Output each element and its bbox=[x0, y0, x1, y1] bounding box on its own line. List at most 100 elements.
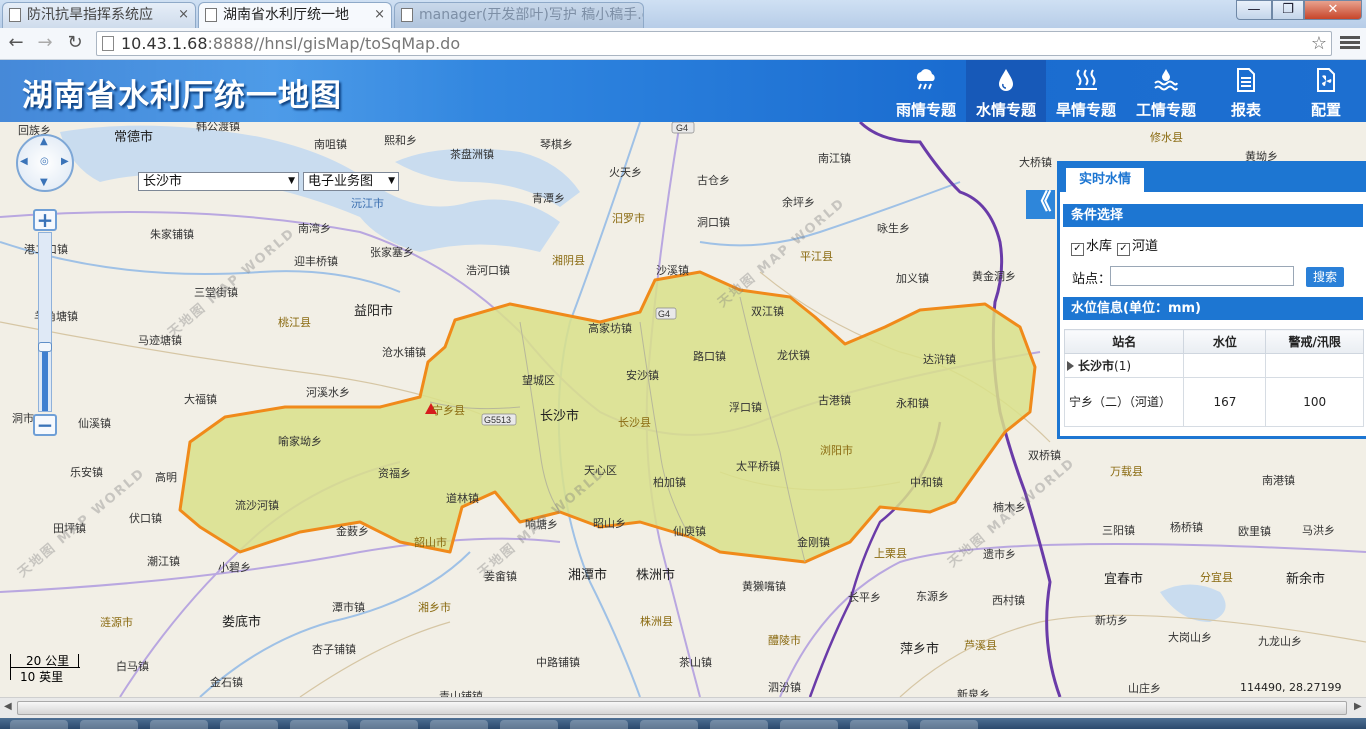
map-place-label: 白马镇 bbox=[116, 660, 149, 673]
map-place-label: 韶山市 bbox=[414, 536, 447, 549]
tab-close-icon[interactable]: × bbox=[178, 3, 189, 27]
page-icon bbox=[9, 8, 21, 22]
map-place-label: 浩河口镇 bbox=[466, 264, 510, 277]
browser-tab-background[interactable]: manager(开发部叶)写护 稿小稿手.out bbox=[394, 2, 644, 28]
map-place-label: 昭山乡 bbox=[593, 517, 626, 530]
svg-text:G4: G4 bbox=[676, 123, 688, 133]
pan-up-icon[interactable]: ▲ bbox=[40, 136, 48, 147]
address-bar[interactable]: 10.43.1.68:8888//hnsl/gisMap/toSqMap.do … bbox=[96, 31, 1332, 56]
window-minimize-button[interactable]: — bbox=[1236, 0, 1272, 20]
map-place-label: 九龙山乡 bbox=[1258, 635, 1302, 648]
tab-close-icon[interactable]: × bbox=[374, 3, 385, 27]
map-place-label: 醴陵市 bbox=[768, 634, 801, 647]
coordinate-readout: 114490, 28.27199 bbox=[1240, 681, 1342, 694]
nav-report[interactable]: 报表 bbox=[1206, 60, 1286, 122]
map-place-label: 长平乡 bbox=[848, 591, 881, 604]
map-place-label: 古港镇 bbox=[818, 394, 851, 407]
river-checkbox[interactable]: ✓ 河道 bbox=[1117, 235, 1158, 256]
zoom-slider[interactable] bbox=[38, 232, 52, 412]
browser-toolbar: ← → ↻ 10.43.1.68:8888//hnsl/gisMap/toSqM… bbox=[0, 28, 1366, 60]
pan-center-icon[interactable]: ◎ bbox=[40, 156, 49, 167]
map-place-label: 韩公渡镇 bbox=[196, 122, 240, 133]
config-fan-icon bbox=[1317, 68, 1335, 92]
zoom-out-button[interactable]: − bbox=[33, 414, 57, 436]
map-place-label: 欧里镇 bbox=[1238, 525, 1271, 538]
panel-collapse-button[interactable]: 《 bbox=[1026, 190, 1055, 219]
page-icon bbox=[401, 8, 413, 22]
bookmark-star-icon[interactable]: ☆ bbox=[1311, 32, 1327, 55]
window-close-button[interactable]: ✕ bbox=[1304, 0, 1362, 20]
city-select[interactable]: 长沙市 ▼ bbox=[138, 172, 299, 191]
url-path: :8888//hnsl/gisMap/toSqMap.do bbox=[207, 34, 461, 53]
map-place-label: 修水县 bbox=[1150, 131, 1183, 144]
zoom-in-button[interactable]: + bbox=[33, 209, 57, 231]
scale-mi: 10 英里 bbox=[20, 670, 64, 684]
map-place-label: 大桥镇 bbox=[1019, 156, 1052, 169]
map-place-label: 流沙河镇 bbox=[235, 499, 279, 512]
page-icon bbox=[205, 8, 217, 22]
tab-realtime-water[interactable]: 实时水情 bbox=[1066, 168, 1144, 192]
search-button[interactable]: 搜索 bbox=[1306, 267, 1344, 287]
map-place-label: 道林镇 bbox=[446, 492, 479, 505]
map-place-label: 洞市 bbox=[12, 412, 34, 425]
nav-rain-topic[interactable]: 雨情专题 bbox=[886, 60, 966, 122]
map-place-label: 南咀镇 bbox=[314, 138, 347, 151]
map-place-label: 益阳市 bbox=[354, 304, 394, 319]
forward-arrow-icon[interactable]: → bbox=[34, 32, 56, 54]
map-place-label: 杨桥镇 bbox=[1170, 521, 1203, 534]
browser-tab-unified-map[interactable]: 湖南省水利厅统一地 × bbox=[198, 2, 392, 28]
nav-water-topic[interactable]: 水情专题 bbox=[966, 60, 1046, 122]
map-pan-control[interactable]: ▲ ▼ ◀ ▶ ◎ bbox=[16, 134, 74, 192]
browser-menu-icon[interactable] bbox=[1340, 34, 1360, 52]
map-type-select[interactable]: 电子业务图 ▼ bbox=[303, 172, 399, 191]
nav-config[interactable]: 配置 bbox=[1286, 60, 1366, 122]
map-place-label: 金石镇 bbox=[210, 676, 243, 689]
column-header[interactable]: 警戒/汛限 bbox=[1265, 329, 1364, 354]
nav-label: 工情专题 bbox=[1135, 101, 1196, 119]
zoom-slider-handle[interactable] bbox=[38, 342, 52, 352]
horizontal-scrollbar[interactable]: ◀ ▶ bbox=[0, 697, 1366, 719]
station-input[interactable] bbox=[1110, 266, 1294, 286]
column-header[interactable]: 水位 bbox=[1183, 329, 1267, 354]
map-place-label: 迎丰桥镇 bbox=[294, 255, 338, 268]
map-place-label: 茶山镇 bbox=[679, 656, 712, 669]
reload-icon[interactable]: ↻ bbox=[64, 32, 86, 54]
map-place-label: 沙溪镇 bbox=[656, 264, 689, 277]
map-place-label: 柏加镇 bbox=[653, 476, 686, 489]
map-place-label: 仙庾镇 bbox=[673, 525, 706, 538]
map-place-label: 青山铺镇 bbox=[439, 690, 483, 697]
report-document-icon bbox=[1237, 68, 1255, 92]
scroll-right-icon[interactable]: ▶ bbox=[1354, 701, 1362, 712]
nav-drought-topic[interactable]: 旱情专题 bbox=[1046, 60, 1126, 122]
browser-tab-flood-system[interactable]: 防汛抗旱指挥系统应 × bbox=[2, 2, 196, 28]
nav-label: 雨情专题 bbox=[895, 101, 956, 119]
map-place-label: 伏口镇 bbox=[129, 512, 162, 525]
map-place-label: 常德市 bbox=[114, 130, 154, 145]
checkmark-icon: ✓ bbox=[1117, 243, 1130, 256]
scroll-left-icon[interactable]: ◀ bbox=[4, 701, 12, 712]
map-place-label: 上栗县 bbox=[874, 547, 907, 560]
map-place-label: 大福镇 bbox=[184, 393, 217, 406]
back-arrow-icon[interactable]: ← bbox=[5, 32, 27, 54]
map-place-label: 遗市乡 bbox=[983, 548, 1016, 561]
nav-engineering-topic[interactable]: 工情专题 bbox=[1126, 60, 1206, 122]
table-row[interactable]: 宁乡（二）（河道） 167 100 bbox=[1063, 377, 1364, 427]
map-place-label: 平江县 bbox=[800, 250, 833, 263]
reservoir-checkbox[interactable]: ✓ 水库 bbox=[1071, 235, 1112, 256]
pan-right-icon[interactable]: ▶ bbox=[61, 156, 69, 167]
url-text[interactable]: 10.43.1.68:8888//hnsl/gisMap/toSqMap.do bbox=[121, 32, 460, 55]
map-place-label: 万载县 bbox=[1110, 465, 1143, 478]
table-group-row[interactable]: 长沙市(1) bbox=[1063, 353, 1364, 378]
map-place-label: 路口镇 bbox=[693, 350, 726, 363]
map-place-label: 加义镇 bbox=[896, 272, 929, 285]
map-place-label: 熙和乡 bbox=[384, 134, 417, 147]
map-place-label: 余坪乡 bbox=[782, 196, 815, 209]
scrollbar-thumb[interactable] bbox=[17, 701, 1347, 715]
column-header[interactable]: 站名 bbox=[1063, 329, 1185, 354]
map-place-label: 宁乡县 bbox=[432, 404, 465, 417]
heat-waves-icon bbox=[1076, 69, 1097, 90]
pan-left-icon[interactable]: ◀ bbox=[20, 156, 28, 167]
pan-down-icon[interactable]: ▼ bbox=[40, 177, 48, 188]
expand-arrow-icon[interactable] bbox=[1067, 361, 1074, 371]
window-maximize-button[interactable]: ❐ bbox=[1272, 0, 1304, 20]
